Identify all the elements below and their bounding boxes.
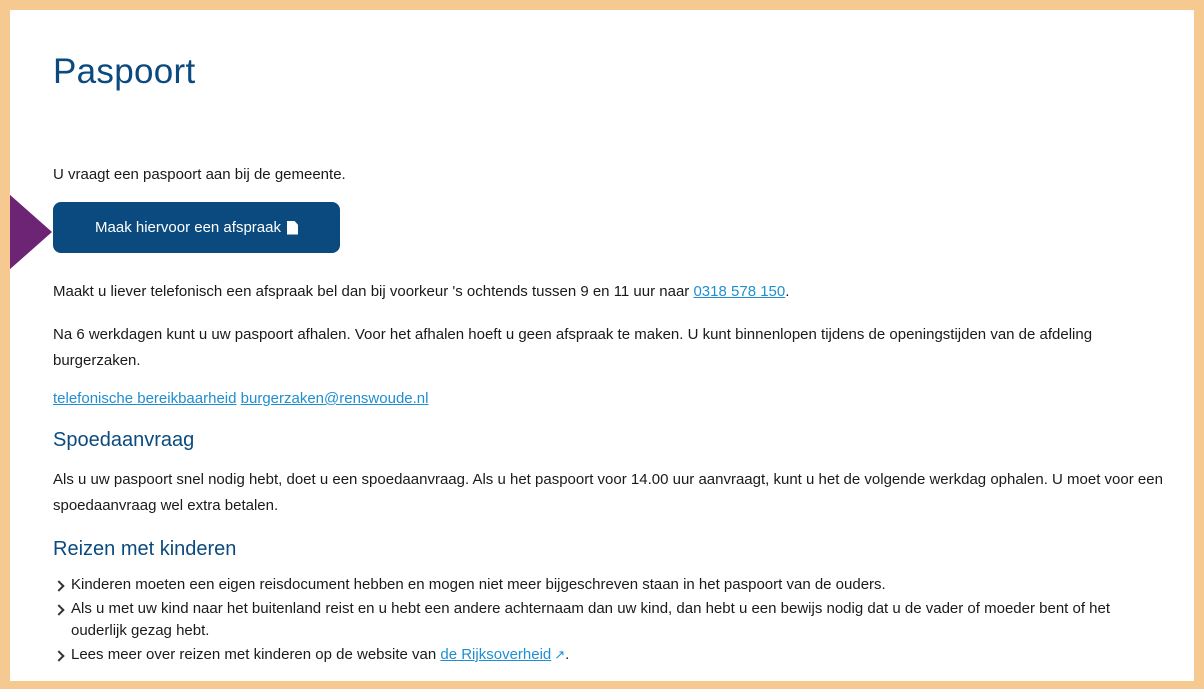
children-heading: Reizen met kinderen xyxy=(53,538,237,560)
list-item-text: Kinderen moeten een eigen reisdocument h… xyxy=(71,576,886,593)
content-frame: Paspoort U vraagt een paspoort aan bij d… xyxy=(10,10,1194,681)
urgent-text: Als u uw paspoort snel nodig hebt, doet … xyxy=(53,471,1163,514)
list-item: Kinderen moeten een eigen reisdocument h… xyxy=(53,574,1163,596)
chevron-right-icon xyxy=(53,604,65,616)
chevron-right-icon xyxy=(53,580,65,592)
phone-link[interactable]: 0318 578 150 xyxy=(693,283,785,300)
list-item-text: Lees meer over reizen met kinderen op de… xyxy=(71,646,441,663)
phone-after: . xyxy=(785,283,790,300)
rijksoverheid-link[interactable]: de Rijksoverheid xyxy=(440,646,551,663)
urgent-heading: Spoedaanvraag xyxy=(53,429,195,451)
appointment-button-label: Maak hiervoor een afspraak xyxy=(95,219,281,236)
list-item-after: . xyxy=(565,646,570,663)
document-icon xyxy=(286,220,298,235)
contact-links: telefonische bereikbaarheid burgerzaken@… xyxy=(53,386,428,412)
phone-text: Maakt u liever telefonisch een afspraak … xyxy=(53,283,694,300)
children-list: Kinderen moeten een eigen reisdocument h… xyxy=(53,574,1163,668)
list-item: Lees meer over reizen met kinderen op de… xyxy=(53,644,1163,666)
list-item-text: Als u met uw kind naar het buitenland re… xyxy=(71,600,1111,639)
arrow-pointer-icon xyxy=(10,186,52,278)
external-link-icon: ↗ xyxy=(554,647,566,662)
page-title: Paspoort xyxy=(53,52,196,91)
reachability-link[interactable]: telefonische bereikbaarheid xyxy=(53,390,236,407)
phone-paragraph: Maakt u liever telefonisch een afspraak … xyxy=(53,279,789,305)
list-item: Als u met uw kind naar het buitenland re… xyxy=(53,598,1163,642)
email-link[interactable]: burgerzaken@renswoude.nl xyxy=(241,390,429,407)
intro-text: U vraagt een paspoort aan bij de gemeent… xyxy=(53,166,346,183)
pickup-paragraph: Na 6 werkdagen kunt u uw paspoort afhale… xyxy=(53,326,1093,369)
chevron-right-icon xyxy=(53,650,65,662)
make-appointment-button[interactable]: Maak hiervoor een afspraak xyxy=(53,202,340,253)
